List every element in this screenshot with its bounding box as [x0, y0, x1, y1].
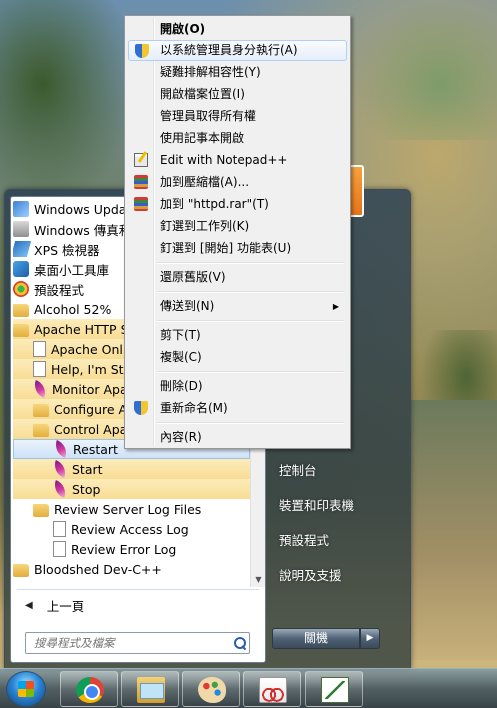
- menu-item-take-ownership[interactable]: 管理員取得所有權: [128, 106, 347, 127]
- document-icon: [33, 361, 46, 377]
- menu-separator: [157, 320, 344, 322]
- menu-item-pin-taskbar[interactable]: 釘選到工作列(K): [128, 216, 347, 237]
- paint-icon: [198, 677, 226, 703]
- taskbar-explorer[interactable]: [121, 671, 179, 707]
- apache-feather-icon: [31, 380, 49, 398]
- menu-item-add-to-archive[interactable]: 加到壓縮檔(A)...: [128, 172, 347, 193]
- shutdown-options-button[interactable]: ▶: [360, 628, 380, 649]
- windows-update-icon: [13, 201, 29, 217]
- folder-icon: [13, 303, 29, 317]
- folder-icon: [33, 403, 49, 417]
- folder-review-logs[interactable]: Review Server Log Files: [13, 499, 250, 519]
- search-box[interactable]: [25, 632, 250, 654]
- menu-item-open-file-location[interactable]: 開啟檔案位置(I): [128, 84, 347, 105]
- menu-item-restore-previous[interactable]: 還原舊版(V): [128, 267, 347, 288]
- context-menu: 開啟(O) 以系統管理員身分執行(A) 疑難排解相容性(Y) 開啟檔案位置(I)…: [124, 15, 351, 449]
- chevron-right-icon: ▶: [366, 633, 374, 643]
- back-button[interactable]: ◀ 上一頁: [17, 594, 257, 616]
- chrome-icon: [76, 677, 104, 703]
- start-button[interactable]: [6, 671, 46, 707]
- wallpaper-rock: [410, 400, 497, 660]
- right-item-help-support[interactable]: 說明及支援: [274, 564, 404, 588]
- search-input[interactable]: [34, 634, 229, 652]
- notepad-plus-plus-icon: [134, 153, 148, 167]
- scroll-down-arrow-icon[interactable]: ▼: [251, 572, 266, 587]
- folder-icon: [13, 563, 29, 577]
- xps-viewer-icon: [13, 241, 32, 257]
- uac-shield-icon: [134, 401, 148, 415]
- document-icon: [33, 341, 46, 357]
- taskbar-notepad-plus-plus[interactable]: [305, 671, 363, 707]
- menu-item-open[interactable]: 開啟(O): [128, 19, 347, 40]
- default-programs-icon: [13, 281, 29, 297]
- taskbar: [0, 668, 497, 708]
- document-icon: [53, 541, 66, 557]
- menu-item-copy[interactable]: 複製(C): [128, 347, 347, 368]
- fax-icon: [13, 221, 29, 237]
- menu-item-delete[interactable]: 刪除(D): [128, 376, 347, 397]
- apache-feather-icon: [52, 440, 70, 458]
- menu-item-edit-notepad-plus[interactable]: Edit with Notepad++: [128, 150, 347, 171]
- menu-item-add-to-httpd-rar[interactable]: 加到 "httpd.rar"(T): [128, 194, 347, 215]
- windows-logo-icon: [18, 681, 34, 697]
- menu-item-pin-start-menu[interactable]: 釘選到 [開始] 功能表(U): [128, 238, 347, 259]
- folder-icon: [33, 503, 49, 517]
- right-item-devices-printers[interactable]: 裝置和印表機: [274, 494, 404, 518]
- program-apache-stop[interactable]: Stop: [13, 479, 250, 499]
- right-item-control-panel[interactable]: 控制台: [274, 459, 404, 483]
- menu-separator: [157, 291, 344, 293]
- wallpaper-sky: [355, 0, 497, 140]
- menu-item-properties[interactable]: 內容(R): [128, 427, 347, 448]
- back-arrow-icon: ◀: [25, 599, 33, 611]
- menu-item-run-as-admin[interactable]: 以系統管理員身分執行(A): [128, 40, 347, 61]
- submenu-arrow-icon: ▶: [332, 302, 339, 311]
- windows-explorer-icon: [137, 677, 165, 703]
- shutdown-button[interactable]: 關機: [272, 628, 360, 649]
- folder-icon: [13, 323, 29, 337]
- menu-item-cut[interactable]: 剪下(T): [128, 325, 347, 346]
- menu-separator: [157, 371, 344, 373]
- gadget-icon: [13, 261, 29, 277]
- notepad-plus-plus-icon: [321, 677, 349, 703]
- menu-item-troubleshoot-compat[interactable]: 疑難排解相容性(Y): [128, 62, 347, 83]
- divider: [17, 589, 259, 590]
- folder-icon: [33, 423, 49, 437]
- menu-item-rename[interactable]: 重新命名(M): [128, 398, 347, 419]
- taskbar-snipping-tool[interactable]: [243, 671, 301, 707]
- snipping-tool-icon: [259, 677, 287, 703]
- taskbar-chrome[interactable]: [60, 671, 118, 707]
- document-icon: [53, 521, 66, 537]
- right-item-default-programs[interactable]: 預設程式: [274, 529, 404, 553]
- menu-separator: [157, 422, 344, 424]
- apache-feather-icon: [51, 460, 69, 478]
- taskbar-paint[interactable]: [182, 671, 240, 707]
- menu-item-open-with-notepad[interactable]: 使用記事本開啟: [128, 128, 347, 149]
- program-review-error-log[interactable]: Review Error Log: [13, 539, 250, 559]
- search-icon[interactable]: [233, 636, 247, 650]
- program-review-access-log[interactable]: Review Access Log: [13, 519, 250, 539]
- wallpaper-foliage: [0, 0, 140, 210]
- winrar-icon: [134, 197, 148, 211]
- winrar-icon: [134, 175, 148, 189]
- apache-feather-icon: [51, 480, 69, 498]
- program-apache-start[interactable]: Start: [13, 459, 250, 479]
- menu-separator: [157, 262, 344, 264]
- folder-bloodshed-devcpp[interactable]: Bloodshed Dev-C++: [13, 559, 250, 579]
- uac-shield-icon: [135, 44, 149, 58]
- menu-item-send-to[interactable]: 傳送到(N) ▶: [128, 296, 347, 317]
